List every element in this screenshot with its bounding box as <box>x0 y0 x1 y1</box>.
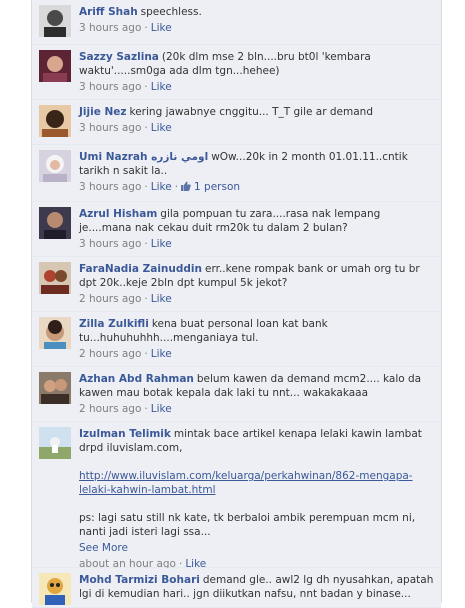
comment-timestamp: 3 hours ago <box>79 22 142 34</box>
comment-meta: 3 hours ago · Like · 1 person <box>79 181 241 193</box>
avatar[interactable] <box>39 50 71 82</box>
like-link[interactable]: Like <box>151 403 172 415</box>
avatar[interactable] <box>39 262 71 294</box>
like-link[interactable]: Like <box>151 238 172 250</box>
comment-author[interactable]: Ariff Shah <box>79 6 138 18</box>
comment-body: Azhan Abd Rahman belum kawen da demand mc… <box>79 372 435 400</box>
comment-item: Jijie Nez kering jawabnye cnggitu... T_T … <box>32 100 441 145</box>
article-link[interactable]: http://www.iluvislam.com/keluarga/perkah… <box>79 470 413 496</box>
comment-body: Izulman Telimik mintak bace artikel kenap… <box>79 427 435 555</box>
avatar[interactable] <box>39 573 71 605</box>
comment-author[interactable]: Izulman Telimik <box>79 428 171 440</box>
like-link[interactable]: Like <box>151 348 172 360</box>
avatar[interactable] <box>39 150 71 182</box>
avatar[interactable] <box>39 427 71 459</box>
comment-body: Jijie Nez kering jawabnye cnggitu... T_T … <box>79 105 435 119</box>
comment-meta: 3 hours ago · Like <box>79 238 172 250</box>
comment-timestamp: 2 hours ago <box>79 403 142 415</box>
comment-author[interactable]: FaraNadia Zainuddin <box>79 263 202 275</box>
comment-item: Umi Nazrah اومي نازره wOw...20k in 2 mont… <box>32 145 441 202</box>
comment-text-continued: ps: lagi satu still nk kate, tk berbaloi… <box>79 512 416 538</box>
like-link[interactable]: Like <box>151 81 172 93</box>
comment-meta: 3 hours ago · Like <box>79 122 172 134</box>
comment-timestamp: 2 hours ago <box>79 293 142 305</box>
avatar[interactable] <box>39 105 71 137</box>
right-border <box>441 0 442 603</box>
comment-timestamp: 3 hours ago <box>79 181 142 193</box>
comment-item: Zilla Zulkifli kena buat personal loan ka… <box>32 312 441 367</box>
avatar[interactable] <box>39 207 71 239</box>
comment-body: Ariff Shah speechless. <box>79 5 435 19</box>
comment-timestamp: 3 hours ago <box>79 81 142 93</box>
comment-meta: 2 hours ago · Like <box>79 348 172 360</box>
comment-author[interactable]: Azrul Hisham <box>79 208 157 220</box>
comment-meta: 3 hours ago · Like <box>79 22 172 34</box>
comment-author[interactable]: Azhan Abd Rahman <box>79 373 194 385</box>
comment-item: Azhan Abd Rahman belum kawen da demand mc… <box>32 367 441 422</box>
comment-author[interactable]: Mohd Tarmizi Bohari <box>79 574 200 586</box>
comment-meta: 2 hours ago · Like <box>79 293 172 305</box>
comment-author[interactable]: Sazzy Sazlina <box>79 51 159 63</box>
comment-body: Zilla Zulkifli kena buat personal loan ka… <box>79 317 435 345</box>
avatar[interactable] <box>39 372 71 404</box>
likes-count[interactable]: 1 person <box>181 181 240 193</box>
comment-timestamp: 3 hours ago <box>79 238 142 250</box>
comment-text: speechless. <box>140 6 202 18</box>
comment-text: kering jawabnye cnggitu... T_T gile ar d… <box>129 106 373 118</box>
like-link[interactable]: Like <box>151 293 172 305</box>
like-link[interactable]: Like <box>151 181 172 193</box>
comment-body: FaraNadia Zainuddin err..kene rompak bank… <box>79 262 435 290</box>
avatar[interactable] <box>39 317 71 349</box>
comment-body: Azrul Hisham gila pompuan tu zara....rasa… <box>79 207 435 235</box>
comment-body: Mohd Tarmizi Bohari demand gle.. awl2 lg … <box>79 573 435 601</box>
comment-item: FaraNadia Zainuddin err..kene rompak bank… <box>32 257 441 312</box>
comment-link-paragraph: http://www.iluvislam.com/keluarga/perkah… <box>79 469 435 497</box>
comment-timestamp: 2 hours ago <box>79 348 142 360</box>
comment-item: Sazzy Sazlina (20k dlm mse 2 bln....bru b… <box>32 45 441 100</box>
comment-item: Azrul Hisham gila pompuan tu zara....rasa… <box>32 202 441 257</box>
likes-count-label[interactable]: 1 person <box>194 181 240 193</box>
comment-author[interactable]: Jijie Nez <box>79 106 127 118</box>
comment-author[interactable]: Umi Nazrah اومي نازره <box>79 151 208 163</box>
comment-author[interactable]: Zilla Zulkifli <box>79 318 149 330</box>
avatar[interactable] <box>39 5 71 37</box>
comment-timestamp: 3 hours ago <box>79 122 142 134</box>
comment-body: Sazzy Sazlina (20k dlm mse 2 bln....bru b… <box>79 50 435 78</box>
comment-body: Umi Nazrah اومي نازره wOw...20k in 2 mont… <box>79 150 435 178</box>
comment-item: Ariff Shah speechless. 3 hours ago · Like <box>32 0 441 45</box>
comment-thread: Ariff Shah speechless. 3 hours ago · Like S… <box>32 0 441 608</box>
comment-meta: 3 hours ago · Like <box>79 81 172 93</box>
comment-item: Izulman Telimik mintak bace artikel kenap… <box>32 422 441 570</box>
comment-meta: 2 hours ago · Like <box>79 403 172 415</box>
thumbs-up-icon <box>181 181 191 191</box>
like-link[interactable]: Like <box>151 22 172 34</box>
comment-item: Mohd Tarmizi Bohari demand gle.. awl2 lg … <box>32 568 441 608</box>
see-more-link[interactable]: See More <box>79 541 435 555</box>
like-link[interactable]: Like <box>151 122 172 134</box>
